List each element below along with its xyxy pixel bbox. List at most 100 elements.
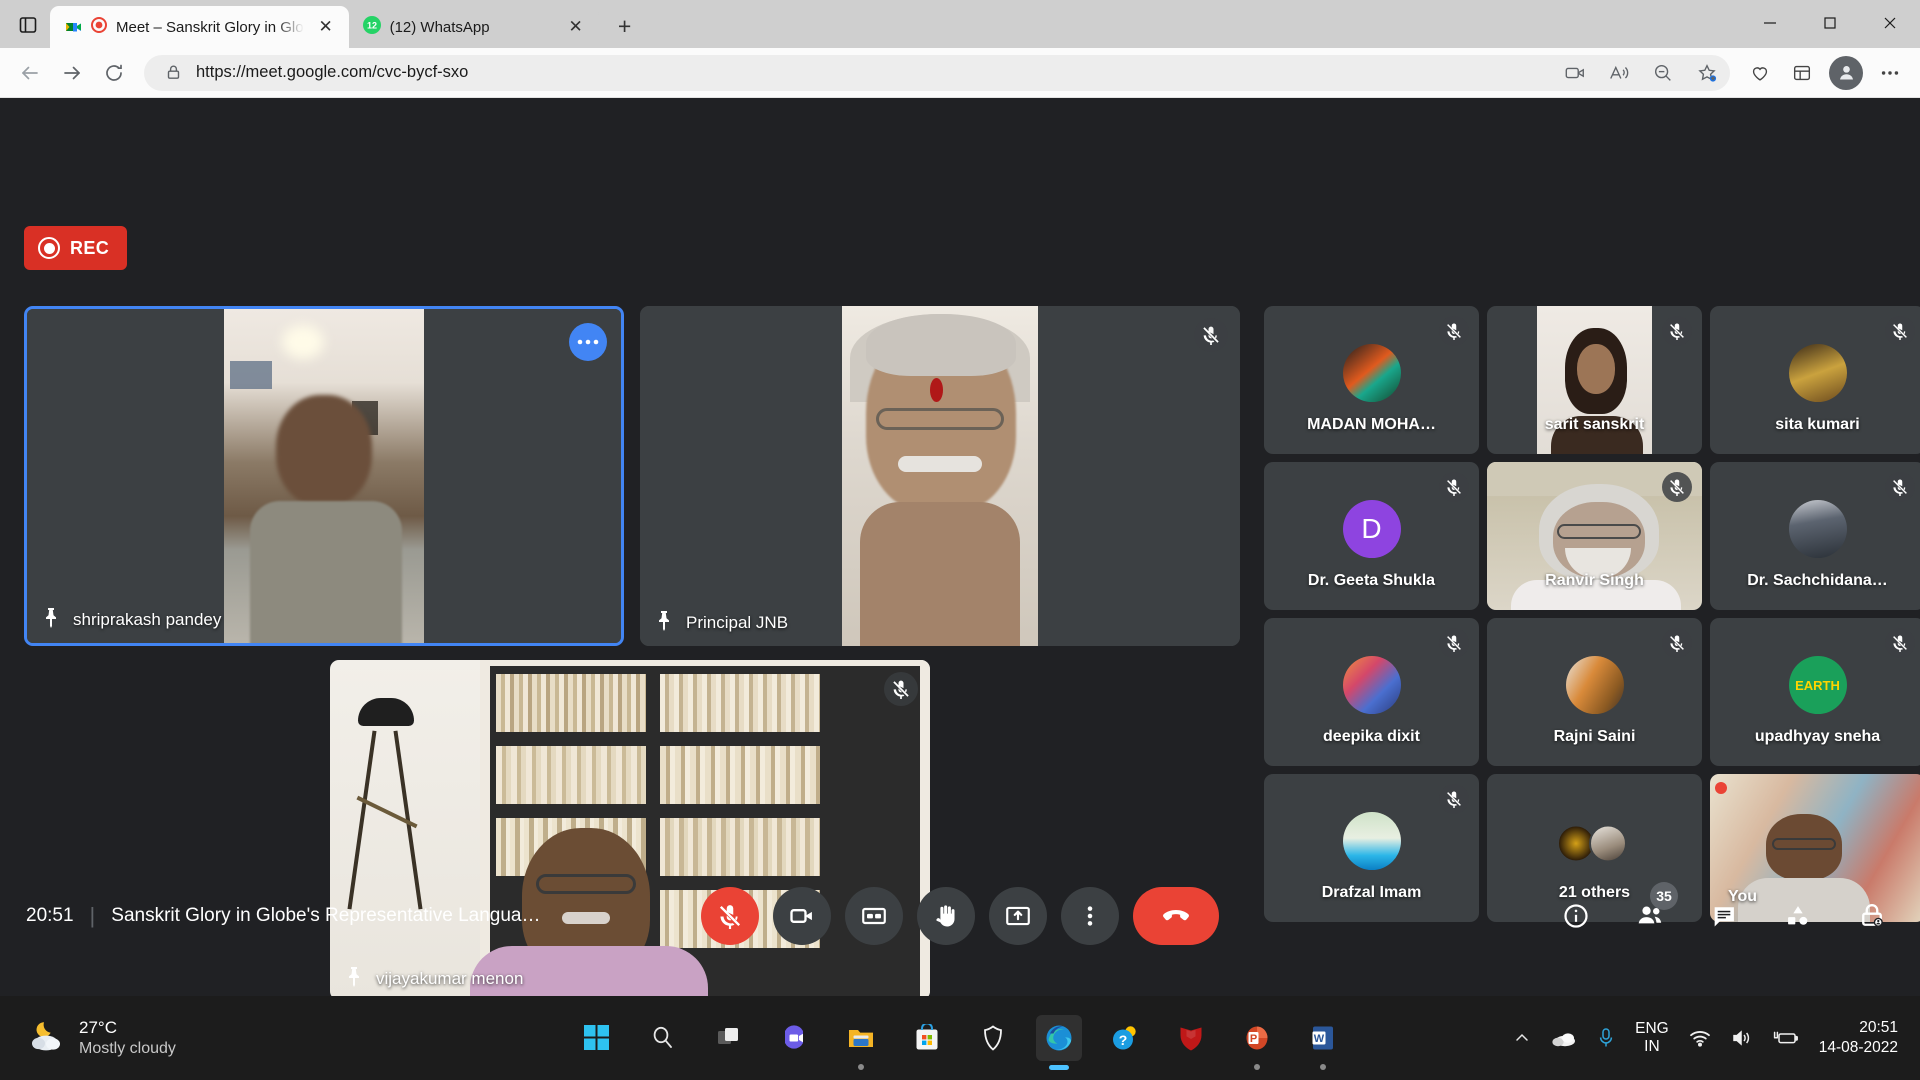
address-bar[interactable]: https://meet.google.com/cvc-bycf-sxo + bbox=[144, 55, 1730, 91]
avatar bbox=[1343, 656, 1401, 714]
camera-button[interactable] bbox=[773, 887, 831, 945]
browser-tab-meet[interactable]: Meet – Sanskrit Glory in Glo ✕ bbox=[50, 6, 349, 48]
address-bar-url[interactable]: https://meet.google.com/cvc-bycf-sxo bbox=[196, 63, 1548, 82]
word-icon[interactable]: W bbox=[1300, 1015, 1346, 1061]
zoom-out-icon[interactable] bbox=[1646, 56, 1680, 90]
participant-name: deepika dixit bbox=[1264, 728, 1479, 746]
microsoft-edge-icon[interactable] bbox=[1036, 1015, 1082, 1061]
running-indicator bbox=[1254, 1064, 1260, 1070]
file-explorer-icon[interactable] bbox=[838, 1015, 884, 1061]
meeting-details-button[interactable] bbox=[1554, 894, 1598, 938]
participant-name: shriprakash pandey bbox=[73, 610, 221, 630]
microsoft-store-icon[interactable] bbox=[904, 1015, 950, 1061]
forward-icon[interactable] bbox=[52, 53, 92, 93]
meeting-time: 20:51 bbox=[26, 905, 74, 927]
participant-tile[interactable]: Dr. Sachchidana… bbox=[1710, 462, 1920, 610]
maximize-button[interactable] bbox=[1800, 0, 1860, 46]
show-hidden-icons-icon[interactable] bbox=[1513, 1029, 1531, 1047]
captions-button[interactable] bbox=[845, 887, 903, 945]
minimize-button[interactable] bbox=[1740, 0, 1800, 46]
back-icon[interactable] bbox=[10, 53, 50, 93]
raise-hand-button[interactable] bbox=[917, 887, 975, 945]
avatar bbox=[1566, 656, 1624, 714]
weather-temperature: 27°C bbox=[79, 1017, 176, 1038]
weather-widget[interactable]: 27°C Mostly cloudy bbox=[0, 1017, 176, 1058]
present-now-button[interactable] bbox=[989, 887, 1047, 945]
participant-name: Dr. Geeta Shukla bbox=[1264, 572, 1479, 590]
help-question-icon[interactable]: ? bbox=[1102, 1015, 1148, 1061]
participant-tile[interactable]: Rajni Saini bbox=[1487, 618, 1702, 766]
browser-tab-whatsapp[interactable]: 12 (12) WhatsApp ✕ bbox=[349, 6, 599, 48]
video-feed bbox=[27, 309, 621, 643]
participant-tile-principal[interactable]: Principal JNB bbox=[640, 306, 1240, 646]
volume-icon[interactable] bbox=[1731, 1029, 1753, 1047]
tab-sidebar-icon[interactable] bbox=[6, 5, 50, 45]
browser-tab-strip: Meet – Sanskrit Glory in Glo ✕ 12 (12) W… bbox=[0, 0, 1920, 48]
participant-tile[interactable]: sarit sanskrit bbox=[1487, 306, 1702, 454]
more-options-button[interactable] bbox=[1061, 887, 1119, 945]
battery-charging-icon[interactable] bbox=[1773, 1029, 1799, 1047]
chat-button[interactable] bbox=[1702, 894, 1746, 938]
avatar bbox=[1789, 344, 1847, 402]
shield-outline-icon[interactable] bbox=[970, 1015, 1016, 1061]
microphone-icon[interactable] bbox=[1597, 1027, 1615, 1049]
meeting-title: Sanskrit Glory in Globe's Representative… bbox=[111, 905, 540, 927]
language-region: IN bbox=[1635, 1038, 1669, 1056]
language-indicator[interactable]: ENG IN bbox=[1635, 1020, 1669, 1056]
new-tab-button[interactable]: + bbox=[607, 8, 643, 44]
mic-off-icon bbox=[884, 672, 918, 706]
svg-text:W: W bbox=[1314, 1033, 1325, 1045]
collections-favorites-icon[interactable] bbox=[1740, 53, 1780, 93]
meeting-info: 20:51 | Sanskrit Glory in Globe's Repres… bbox=[26, 903, 541, 929]
mic-off-icon bbox=[1194, 318, 1228, 352]
participant-tile[interactable]: sita kumari bbox=[1710, 306, 1920, 454]
onedrive-icon[interactable] bbox=[1551, 1029, 1577, 1047]
svg-text:P: P bbox=[1250, 1033, 1257, 1045]
close-window-button[interactable] bbox=[1860, 0, 1920, 46]
search-icon[interactable] bbox=[640, 1015, 686, 1061]
tile-more-options-button[interactable] bbox=[569, 323, 607, 361]
favorite-star-icon[interactable]: + bbox=[1690, 56, 1724, 90]
participant-tile[interactable]: Ranvir Singh bbox=[1487, 462, 1702, 610]
powerpoint-icon[interactable]: P bbox=[1234, 1015, 1280, 1061]
mic-off-icon bbox=[1439, 784, 1469, 814]
whatsapp-icon: 12 bbox=[363, 16, 381, 38]
windows-taskbar: 27°C Mostly cloudy bbox=[0, 996, 1920, 1080]
microsoft-teams-icon[interactable] bbox=[772, 1015, 818, 1061]
microphone-off-button[interactable] bbox=[701, 887, 759, 945]
avatar bbox=[1789, 500, 1847, 558]
participant-name: Dr. Sachchidana… bbox=[1710, 572, 1920, 590]
show-everyone-button[interactable]: 35 bbox=[1628, 894, 1672, 938]
avatar bbox=[1343, 344, 1401, 402]
mic-off-icon bbox=[1885, 628, 1915, 658]
participant-tile[interactable]: EARTH upadhyay sneha bbox=[1710, 618, 1920, 766]
main-video-column: shriprakash pandey bbox=[0, 288, 1262, 856]
mcafee-shield-icon[interactable] bbox=[1168, 1015, 1214, 1061]
read-aloud-icon[interactable] bbox=[1602, 56, 1636, 90]
profile-avatar-icon[interactable] bbox=[1829, 56, 1863, 90]
mic-off-icon bbox=[1439, 628, 1469, 658]
start-button[interactable] bbox=[574, 1015, 620, 1061]
close-icon[interactable]: ✕ bbox=[313, 14, 339, 40]
participant-tile[interactable]: D Dr. Geeta Shukla bbox=[1264, 462, 1479, 610]
participant-tile[interactable]: deepika dixit bbox=[1264, 618, 1479, 766]
activities-button[interactable] bbox=[1776, 894, 1820, 938]
settings-more-icon[interactable] bbox=[1870, 53, 1910, 93]
participant-tile[interactable]: MADAN MOHA… bbox=[1264, 306, 1479, 454]
browser-tab-title: Meet – Sanskrit Glory in Glo bbox=[116, 19, 304, 36]
host-controls-button[interactable] bbox=[1850, 894, 1894, 938]
svg-text:?: ? bbox=[1119, 1032, 1128, 1048]
participant-tile-featured[interactable]: shriprakash pandey bbox=[24, 306, 624, 646]
reload-icon[interactable] bbox=[94, 53, 134, 93]
clock[interactable]: 20:51 14-08-2022 bbox=[1819, 1018, 1898, 1058]
wifi-icon[interactable] bbox=[1689, 1029, 1711, 1047]
task-view-icon[interactable] bbox=[706, 1015, 752, 1061]
participant-grid: MADAN MOHA… sarit sanskrit bbox=[1262, 306, 1920, 922]
participant-name: sita kumari bbox=[1710, 416, 1920, 434]
close-icon[interactable]: ✕ bbox=[563, 14, 589, 40]
participant-name: sarit sanskrit bbox=[1487, 416, 1702, 434]
media-cast-icon[interactable] bbox=[1558, 56, 1592, 90]
leave-call-button[interactable] bbox=[1133, 887, 1219, 945]
mic-off-icon bbox=[1439, 316, 1469, 346]
collections-icon[interactable] bbox=[1782, 53, 1822, 93]
